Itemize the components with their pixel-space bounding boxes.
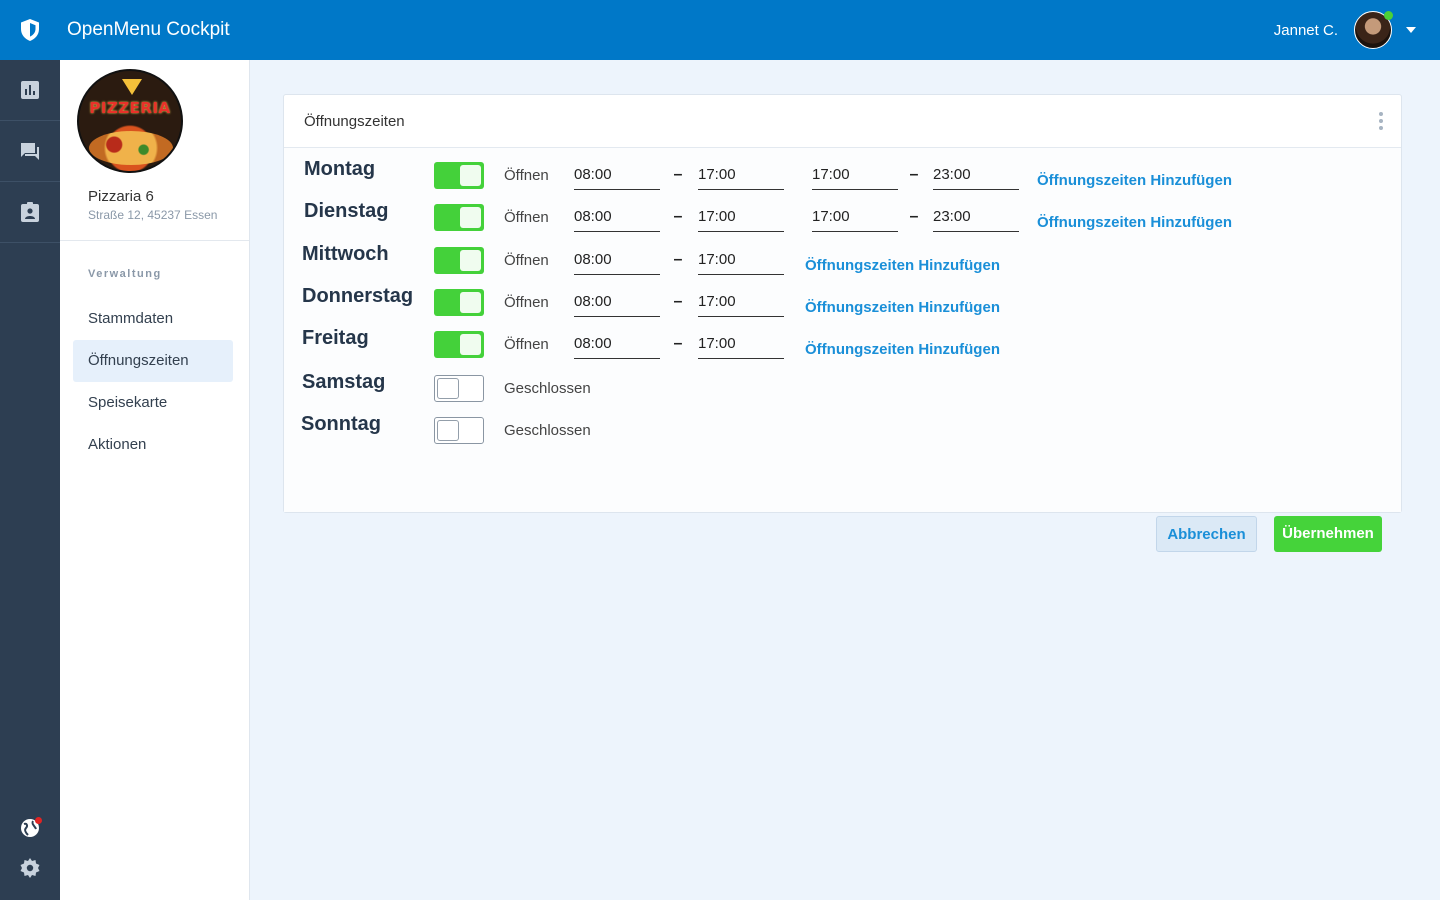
time-to-input[interactable]: 17:00 [698,332,784,359]
day-row: Donnerstag Öffnen 08:00–17:00 Öffnungszeite… [284,276,1401,318]
opening-hours-card: Öffnungszeiten Montag Öffnen 08:00–17:00 17… [283,94,1402,552]
day-open-toggle[interactable] [434,417,484,444]
day-label: Samstag [302,371,386,393]
day-label: Dienstag [304,200,389,222]
settings-button[interactable] [0,848,60,888]
store-logo: PIZZERIA [77,69,183,173]
chevron-down-icon[interactable] [1406,27,1416,33]
day-open-toggle[interactable] [434,162,484,189]
day-row: Montag Öffnen 08:00–17:00 17:00–23:00 Öffnun… [284,149,1401,191]
day-status: Öffnen [504,167,549,184]
time-from-input[interactable]: 17:00 [812,163,898,190]
rail-item-messages[interactable] [0,121,60,182]
day-open-toggle[interactable] [434,375,484,402]
apply-button[interactable]: Übernehmen [1274,516,1382,552]
sidebar-item-speisekarte[interactable]: Speisekarte [73,382,233,424]
day-row: Dienstag Öffnen 08:00–17:00 17:00–23:00 Öffn… [284,191,1401,233]
side-panel: PIZZERIA Pizzaria 6 Straße 12, 45237 Ess… [60,60,250,900]
day-label: Mittwoch [302,243,389,265]
clipboard-icon [21,202,39,222]
divider [60,240,249,241]
more-vert-icon[interactable] [1379,112,1383,130]
day-label: Sonntag [301,413,381,435]
range-dash: – [673,208,683,225]
chart-icon [21,81,39,99]
day-status: Öffnen [504,294,549,311]
day-row: Sonntag Geschlossen [284,404,1401,446]
rail-item-dashboard[interactable] [0,60,60,121]
rail-item-clipboard[interactable] [0,182,60,243]
day-label: Freitag [302,327,369,349]
day-row: Freitag Öffnen 08:00–17:00 Öffnungszeiten H… [284,318,1401,360]
sidebar-nav: Stammdaten Öffnungszeiten Speisekarte Ak… [73,298,233,466]
user-menu[interactable]: Jannet C. [1274,0,1416,60]
icon-rail [0,60,60,900]
day-status: Geschlossen [504,380,591,397]
gear-icon [20,858,40,878]
time-from-input[interactable]: 08:00 [574,332,660,359]
add-hours-link[interactable]: Öffnungszeiten Hinzufügen [1037,214,1232,231]
time-from-input[interactable]: 17:00 [812,205,898,232]
card-title: Öffnungszeiten [304,113,405,130]
range-dash: – [673,293,683,310]
day-open-toggle[interactable] [434,204,484,231]
day-open-toggle[interactable] [434,331,484,358]
online-status-dot [1384,11,1393,20]
time-from-input[interactable]: 08:00 [574,163,660,190]
shield-logo-icon[interactable] [0,0,60,60]
app-title: OpenMenu Cockpit [67,19,230,40]
language-button[interactable] [0,808,60,848]
day-row: Mittwoch Öffnen 08:00–17:00 Öffnungszeiten … [284,234,1401,276]
notification-dot [35,817,42,824]
add-hours-link[interactable]: Öffnungszeiten Hinzufügen [805,257,1000,274]
day-open-toggle[interactable] [434,247,484,274]
day-status: Öffnen [504,209,549,226]
range-dash: – [673,166,683,183]
day-status: Öffnen [504,252,549,269]
store-logo-text: PIZZERIA [89,99,171,117]
store-name: Pizzaria 6 [88,188,154,205]
time-to-input[interactable]: 17:00 [698,290,784,317]
section-label: Verwaltung [88,268,162,280]
time-from-input[interactable]: 08:00 [574,205,660,232]
user-name: Jannet C. [1273,21,1338,39]
time-to-input[interactable]: 17:00 [698,163,784,190]
time-from-input[interactable]: 08:00 [574,248,660,275]
range-dash: – [909,166,919,183]
time-to-input[interactable]: 17:00 [698,205,784,232]
sidebar-item-aktionen[interactable]: Aktionen [73,424,233,466]
add-hours-link[interactable]: Öffnungszeiten Hinzufügen [1037,172,1232,189]
time-from-input[interactable]: 08:00 [574,290,660,317]
range-dash: – [909,208,919,225]
time-to-input[interactable]: 17:00 [698,248,784,275]
avatar[interactable] [1354,11,1393,49]
add-hours-link[interactable]: Öffnungszeiten Hinzufügen [805,299,1000,316]
card-header: Öffnungszeiten [284,95,1401,148]
day-open-toggle[interactable] [434,289,484,316]
range-dash: – [673,335,683,352]
top-bar: OpenMenu Cockpit Jannet C. [0,0,1440,60]
add-hours-link[interactable]: Öffnungszeiten Hinzufügen [805,341,1000,358]
day-status: Geschlossen [504,422,591,439]
time-to-input[interactable]: 23:00 [933,205,1019,232]
day-row: Samstag Geschlossen [284,362,1401,404]
cancel-button[interactable]: Abbrechen [1156,516,1257,552]
day-status: Öffnen [504,336,549,353]
store-address: Straße 12, 45237 Essen [88,208,218,222]
time-to-input[interactable]: 23:00 [933,163,1019,190]
chat-icon [21,143,39,160]
card-body: Montag Öffnen 08:00–17:00 17:00–23:00 Öffnun… [284,148,1401,552]
day-label: Donnerstag [302,285,414,307]
range-dash: – [673,251,683,268]
sidebar-item-stammdaten[interactable]: Stammdaten [73,298,233,340]
sidebar-item-oeffnungszeiten[interactable]: Öffnungszeiten [73,340,233,382]
day-label: Montag [304,158,376,180]
